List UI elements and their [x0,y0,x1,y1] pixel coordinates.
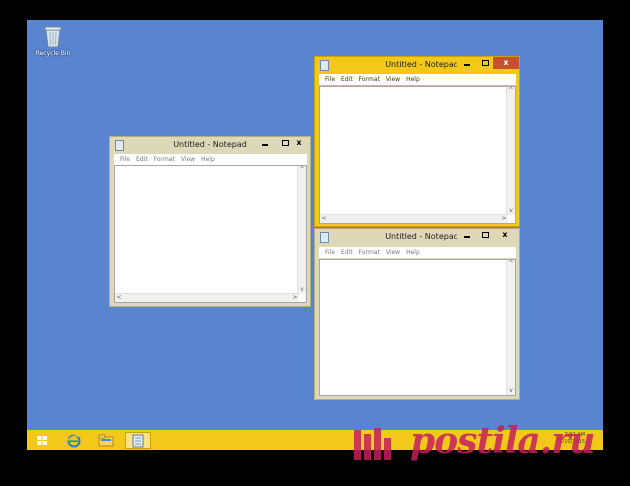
close-button[interactable]: x [289,137,309,149]
menu-view[interactable]: View [386,74,400,85]
notepad-icon [132,434,144,448]
scroll-up-icon[interactable]: ^ [298,166,306,174]
scroll-left-icon[interactable]: < [115,294,123,302]
scroll-down-icon[interactable]: v [507,207,515,215]
scroll-up-icon[interactable]: ^ [507,87,515,95]
file-explorer-button[interactable] [93,432,119,449]
notepad-window-top-right[interactable]: Untitled - Notepad x File Edit Format View H… [314,56,520,227]
menu-help[interactable]: Help [201,154,215,165]
menu-edit[interactable]: Edit [341,74,353,85]
notepad-taskbar-button[interactable] [125,432,151,449]
close-icon: x [502,230,508,239]
text-area[interactable]: ^ v < > [319,86,516,224]
internet-explorer-button[interactable] [61,432,87,449]
menu-bar: File Edit Format View Help [319,247,516,258]
scroll-right-icon[interactable]: > [291,294,299,302]
menu-edit[interactable]: Edit [341,247,353,258]
scroll-down-icon[interactable]: v [507,387,515,395]
watermark-text: postila.ru [410,420,595,462]
minimize-button[interactable] [457,57,477,69]
maximize-button[interactable] [475,57,495,69]
close-button[interactable]: x [493,57,519,69]
minimize-button[interactable] [255,137,275,149]
menu-bar: File Edit Format View Help [319,74,516,85]
maximize-icon [481,232,489,238]
menu-file[interactable]: File [120,154,130,165]
notepad-window-left[interactable]: Untitled - Notepad x File Edit Format View H… [109,136,311,307]
horizontal-scrollbar[interactable]: < > [115,293,299,302]
minimize-icon [262,143,268,146]
maximize-icon [281,140,289,146]
vertical-scrollbar[interactable]: ^ v [297,166,306,294]
menu-format[interactable]: Format [154,154,175,165]
close-icon: x [503,58,509,67]
close-button[interactable]: x [495,229,515,241]
menu-view[interactable]: View [386,247,400,258]
menu-file[interactable]: File [325,74,335,85]
scroll-down-icon[interactable]: v [298,286,306,294]
text-area[interactable]: ^ v [319,259,516,396]
title-bar[interactable]: Untitled - Notepad x [315,57,519,72]
title-bar[interactable]: Untitled - Notepad x [315,229,519,244]
menu-view[interactable]: View [181,154,195,165]
scroll-left-icon[interactable]: < [320,215,328,223]
minimize-icon [464,235,470,238]
close-icon: x [296,138,302,147]
windows-logo-icon [37,436,47,445]
scroll-up-icon[interactable]: ^ [507,260,515,268]
scroll-right-icon[interactable]: > [500,215,508,223]
vertical-scrollbar[interactable]: ^ v [506,87,515,215]
internet-explorer-icon [65,434,83,448]
menu-format[interactable]: Format [359,74,380,85]
minimize-icon [464,63,470,66]
menu-help[interactable]: Help [406,247,420,258]
notepad-window-bottom-right[interactable]: Untitled - Notepad x File Edit Format View H… [314,228,520,400]
horizontal-scrollbar[interactable]: < > [320,214,508,223]
folder-icon [98,434,114,447]
recycle-bin-label: Recycle Bin [35,50,71,57]
title-bar[interactable]: Untitled - Notepad x [110,137,310,152]
maximize-icon [481,60,489,66]
watermark-logo [354,428,391,460]
menu-file[interactable]: File [325,247,335,258]
menu-help[interactable]: Help [406,74,420,85]
start-button[interactable] [29,432,55,449]
recycle-bin-icon [43,24,63,48]
recycle-bin-shortcut[interactable]: Recycle Bin [30,24,76,57]
menu-bar: File Edit Format View Help [114,154,307,165]
minimize-button[interactable] [457,229,477,241]
menu-edit[interactable]: Edit [136,154,148,165]
menu-format[interactable]: Format [359,247,380,258]
maximize-button[interactable] [475,229,495,241]
text-area[interactable]: ^ v < > [114,165,307,303]
vertical-scrollbar[interactable]: ^ v [506,260,515,395]
